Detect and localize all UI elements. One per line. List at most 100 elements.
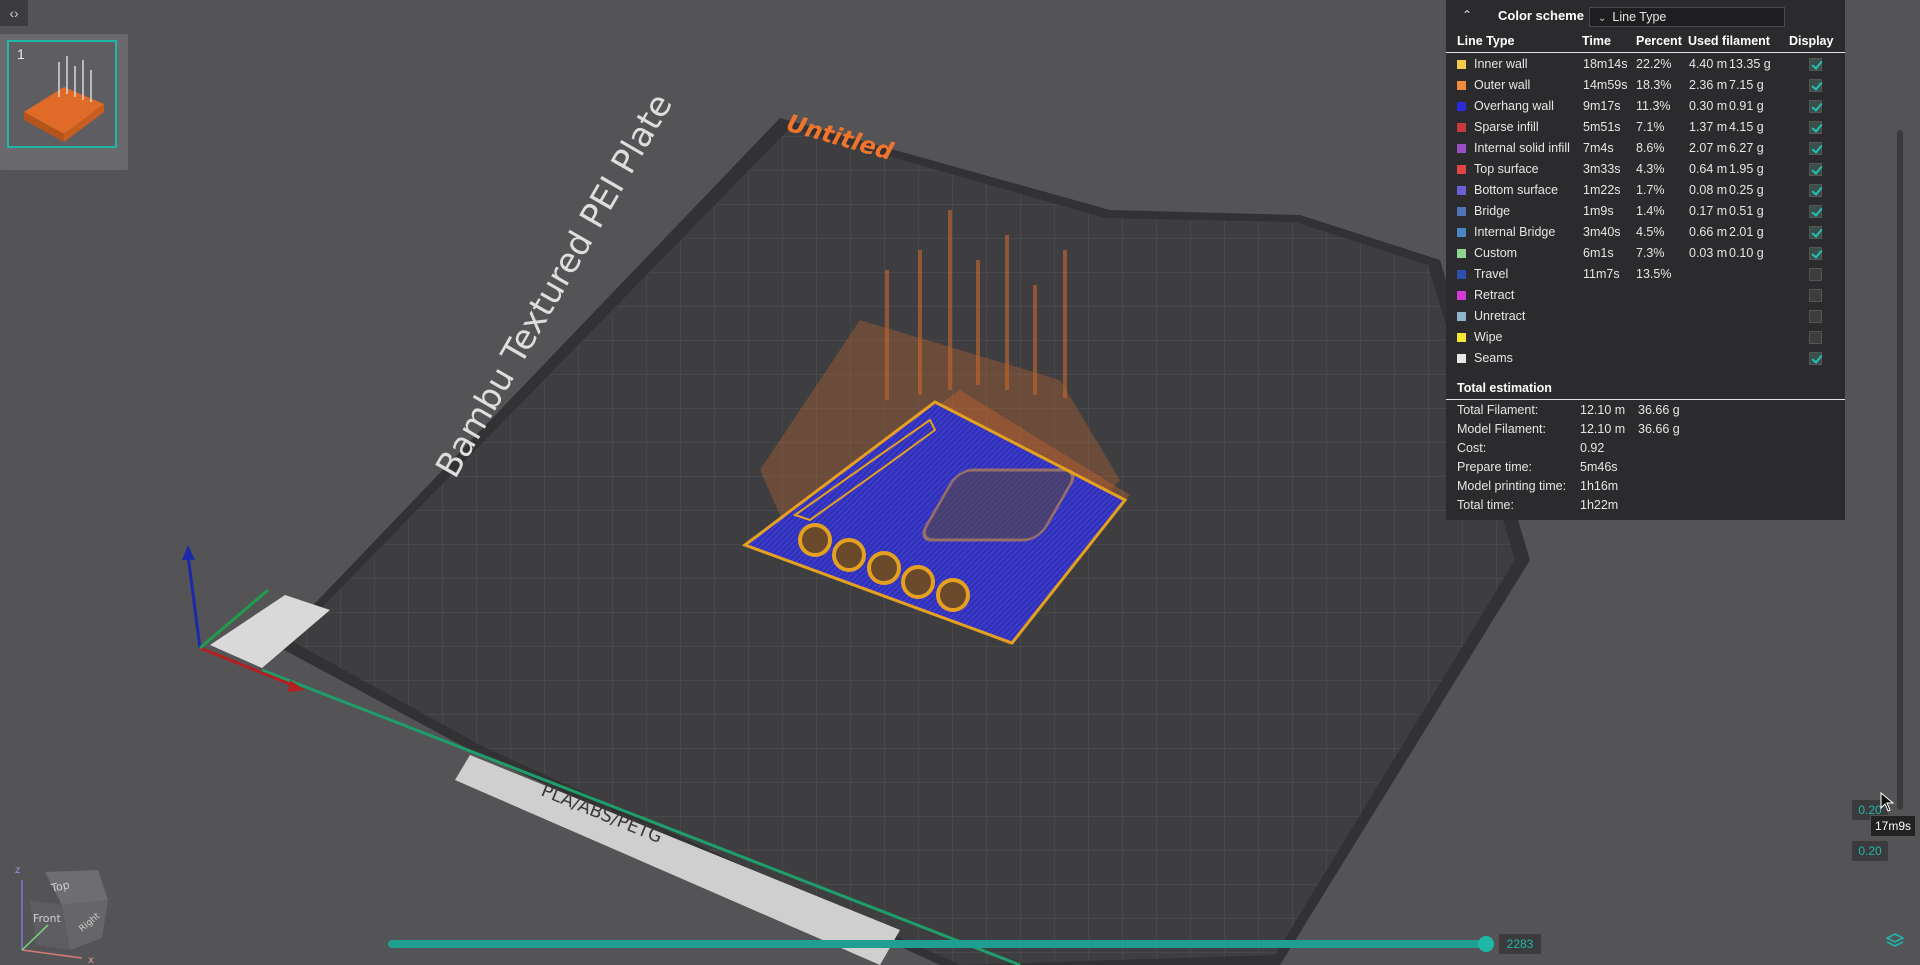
line-type-weight: 0.10 g — [1729, 246, 1764, 260]
line-type-swatch — [1457, 186, 1466, 195]
legend-row: Custom 6m1s 7.3% 0.03 m 0.10 g — [1446, 243, 1845, 264]
layer-slider-bottom-value: 0.20 — [1852, 841, 1888, 861]
col-line-type: Line Type — [1457, 34, 1515, 48]
line-type-length: 0.08 m — [1689, 183, 1728, 197]
total-label: Total Filament: — [1457, 403, 1539, 417]
collapse-legend-icon[interactable]: ⌃ — [1462, 8, 1472, 22]
line-type-name: Overhang wall — [1474, 99, 1554, 113]
line-type-percent: 22.2% — [1636, 57, 1672, 71]
color-scheme-value: Line Type — [1612, 10, 1667, 24]
line-type-name: Inner wall — [1474, 57, 1528, 71]
line-type-name: Wipe — [1474, 330, 1503, 344]
legend-row: Seams — [1446, 348, 1845, 369]
line-type-swatch — [1457, 123, 1466, 132]
plate-thumbnail[interactable]: 1 — [7, 40, 117, 148]
line-type-time: 1m22s — [1583, 183, 1621, 197]
display-checkbox[interactable] — [1809, 226, 1822, 239]
line-type-percent: 1.7% — [1636, 183, 1665, 197]
line-type-length: 1.37 m — [1689, 120, 1728, 134]
display-checkbox[interactable] — [1809, 352, 1822, 365]
display-checkbox[interactable] — [1809, 331, 1822, 344]
legend-row: Internal solid infill 7m4s 8.6% 2.07 m 6.27 … — [1446, 138, 1845, 159]
view-cube[interactable]: Top Front Right z x — [0, 850, 120, 965]
line-type-time: 9m17s — [1583, 99, 1621, 113]
total-label: Prepare time: — [1457, 460, 1533, 474]
display-checkbox[interactable] — [1809, 205, 1822, 218]
legend-rows: Inner wall 18m14s 22.2% 4.40 m 13.35 g Outer … — [1446, 54, 1845, 369]
line-type-swatch — [1457, 81, 1466, 90]
line-type-name: Sparse infill — [1474, 120, 1539, 134]
total-row: Cost: 0.92 — [1446, 439, 1845, 458]
line-type-length: 0.30 m — [1689, 99, 1728, 113]
display-checkbox[interactable] — [1809, 184, 1822, 197]
line-type-time: 6m1s — [1583, 246, 1614, 260]
legend-row: Bottom surface 1m22s 1.7% 0.08 m 0.25 g — [1446, 180, 1845, 201]
legend-row: Retract — [1446, 285, 1845, 306]
legend-row: Outer wall 14m59s 18.3% 2.36 m 7.15 g — [1446, 75, 1845, 96]
col-used-filament: Used filament — [1688, 34, 1770, 48]
total-row: Model printing time: 1h16m — [1446, 477, 1845, 496]
plate-list-panel: 1 — [0, 34, 128, 170]
line-type-length: 0.66 m — [1689, 225, 1728, 239]
total-value: 1h16m — [1580, 479, 1619, 493]
display-checkbox[interactable] — [1809, 289, 1822, 302]
line-type-percent: 18.3% — [1636, 78, 1672, 92]
line-type-name: Internal solid infill — [1474, 141, 1570, 155]
total-value-secondary: 36.66 g — [1638, 422, 1680, 436]
display-checkbox[interactable] — [1809, 142, 1822, 155]
layer-slider-track[interactable] — [1897, 130, 1903, 810]
line-type-name: Travel — [1474, 267, 1509, 281]
collapse-sidebar-button[interactable]: ‹› — [0, 0, 28, 26]
line-type-name: Bottom surface — [1474, 183, 1559, 197]
line-type-length: 0.17 m — [1689, 204, 1728, 218]
display-checkbox[interactable] — [1809, 268, 1822, 281]
line-type-weight: 0.25 g — [1729, 183, 1764, 197]
display-checkbox[interactable] — [1809, 310, 1822, 323]
display-checkbox[interactable] — [1809, 58, 1822, 71]
move-slider-value: 2283 — [1499, 934, 1541, 954]
move-slider-track[interactable] — [388, 940, 1486, 948]
line-type-swatch — [1457, 165, 1466, 174]
layer-time-tooltip: 17m9s — [1870, 815, 1916, 837]
total-label: Model printing time: — [1457, 479, 1567, 493]
line-type-name: Bridge — [1474, 204, 1511, 218]
display-checkbox[interactable] — [1809, 79, 1822, 92]
legend-panel: ⌃ Color scheme ⌄ Line Type Line Type Time… — [1446, 0, 1845, 520]
line-type-weight: 0.51 g — [1729, 204, 1764, 218]
axis-z-label: z — [15, 865, 20, 876]
legend-row: Overhang wall 9m17s 11.3% 0.30 m 0.91 g — [1446, 96, 1845, 117]
line-type-time: 1m9s — [1583, 204, 1614, 218]
line-type-time: 14m59s — [1583, 78, 1628, 92]
display-checkbox[interactable] — [1809, 121, 1822, 134]
move-slider-handle[interactable] — [1478, 936, 1494, 952]
chevron-down-icon: ⌄ — [1598, 13, 1607, 24]
display-checkbox[interactable] — [1809, 163, 1822, 176]
legend-row: Internal Bridge 3m40s 4.5% 0.66 m 2.01 g — [1446, 222, 1845, 243]
line-type-weight: 6.27 g — [1729, 141, 1764, 155]
line-type-swatch — [1457, 291, 1466, 300]
totals-list: Total Filament: 12.10 m 36.66 g Model Filam… — [1446, 401, 1845, 515]
line-type-swatch — [1457, 249, 1466, 258]
line-type-name: Unretract — [1474, 309, 1526, 323]
legend-row: Bridge 1m9s 1.4% 0.17 m 0.51 g — [1446, 201, 1845, 222]
line-type-name: Retract — [1474, 288, 1515, 302]
line-type-time: 3m40s — [1583, 225, 1621, 239]
total-value: 0.92 — [1580, 441, 1605, 455]
display-checkbox[interactable] — [1809, 100, 1822, 113]
view-cube-front[interactable]: Front — [33, 912, 62, 925]
line-type-length: 2.07 m — [1689, 141, 1728, 155]
line-type-swatch — [1457, 60, 1466, 69]
line-type-swatch — [1457, 144, 1466, 153]
display-checkbox[interactable] — [1809, 247, 1822, 260]
color-scheme-select[interactable]: ⌄ Line Type — [1589, 7, 1785, 27]
total-row: Total time: 1h22m — [1446, 496, 1845, 515]
total-row: Model Filament: 12.10 m 36.66 g — [1446, 420, 1845, 439]
line-type-swatch — [1457, 228, 1466, 237]
line-type-percent: 7.3% — [1636, 246, 1665, 260]
layers-icon[interactable] — [1886, 932, 1904, 950]
legend-row: Wipe — [1446, 327, 1845, 348]
legend-column-headers: Line Type Time Percent Used filament Dis… — [1446, 31, 1845, 53]
line-type-weight: 0.91 g — [1729, 99, 1764, 113]
total-estimation-header: Total estimation — [1446, 378, 1845, 400]
line-type-time: 7m4s — [1583, 141, 1614, 155]
